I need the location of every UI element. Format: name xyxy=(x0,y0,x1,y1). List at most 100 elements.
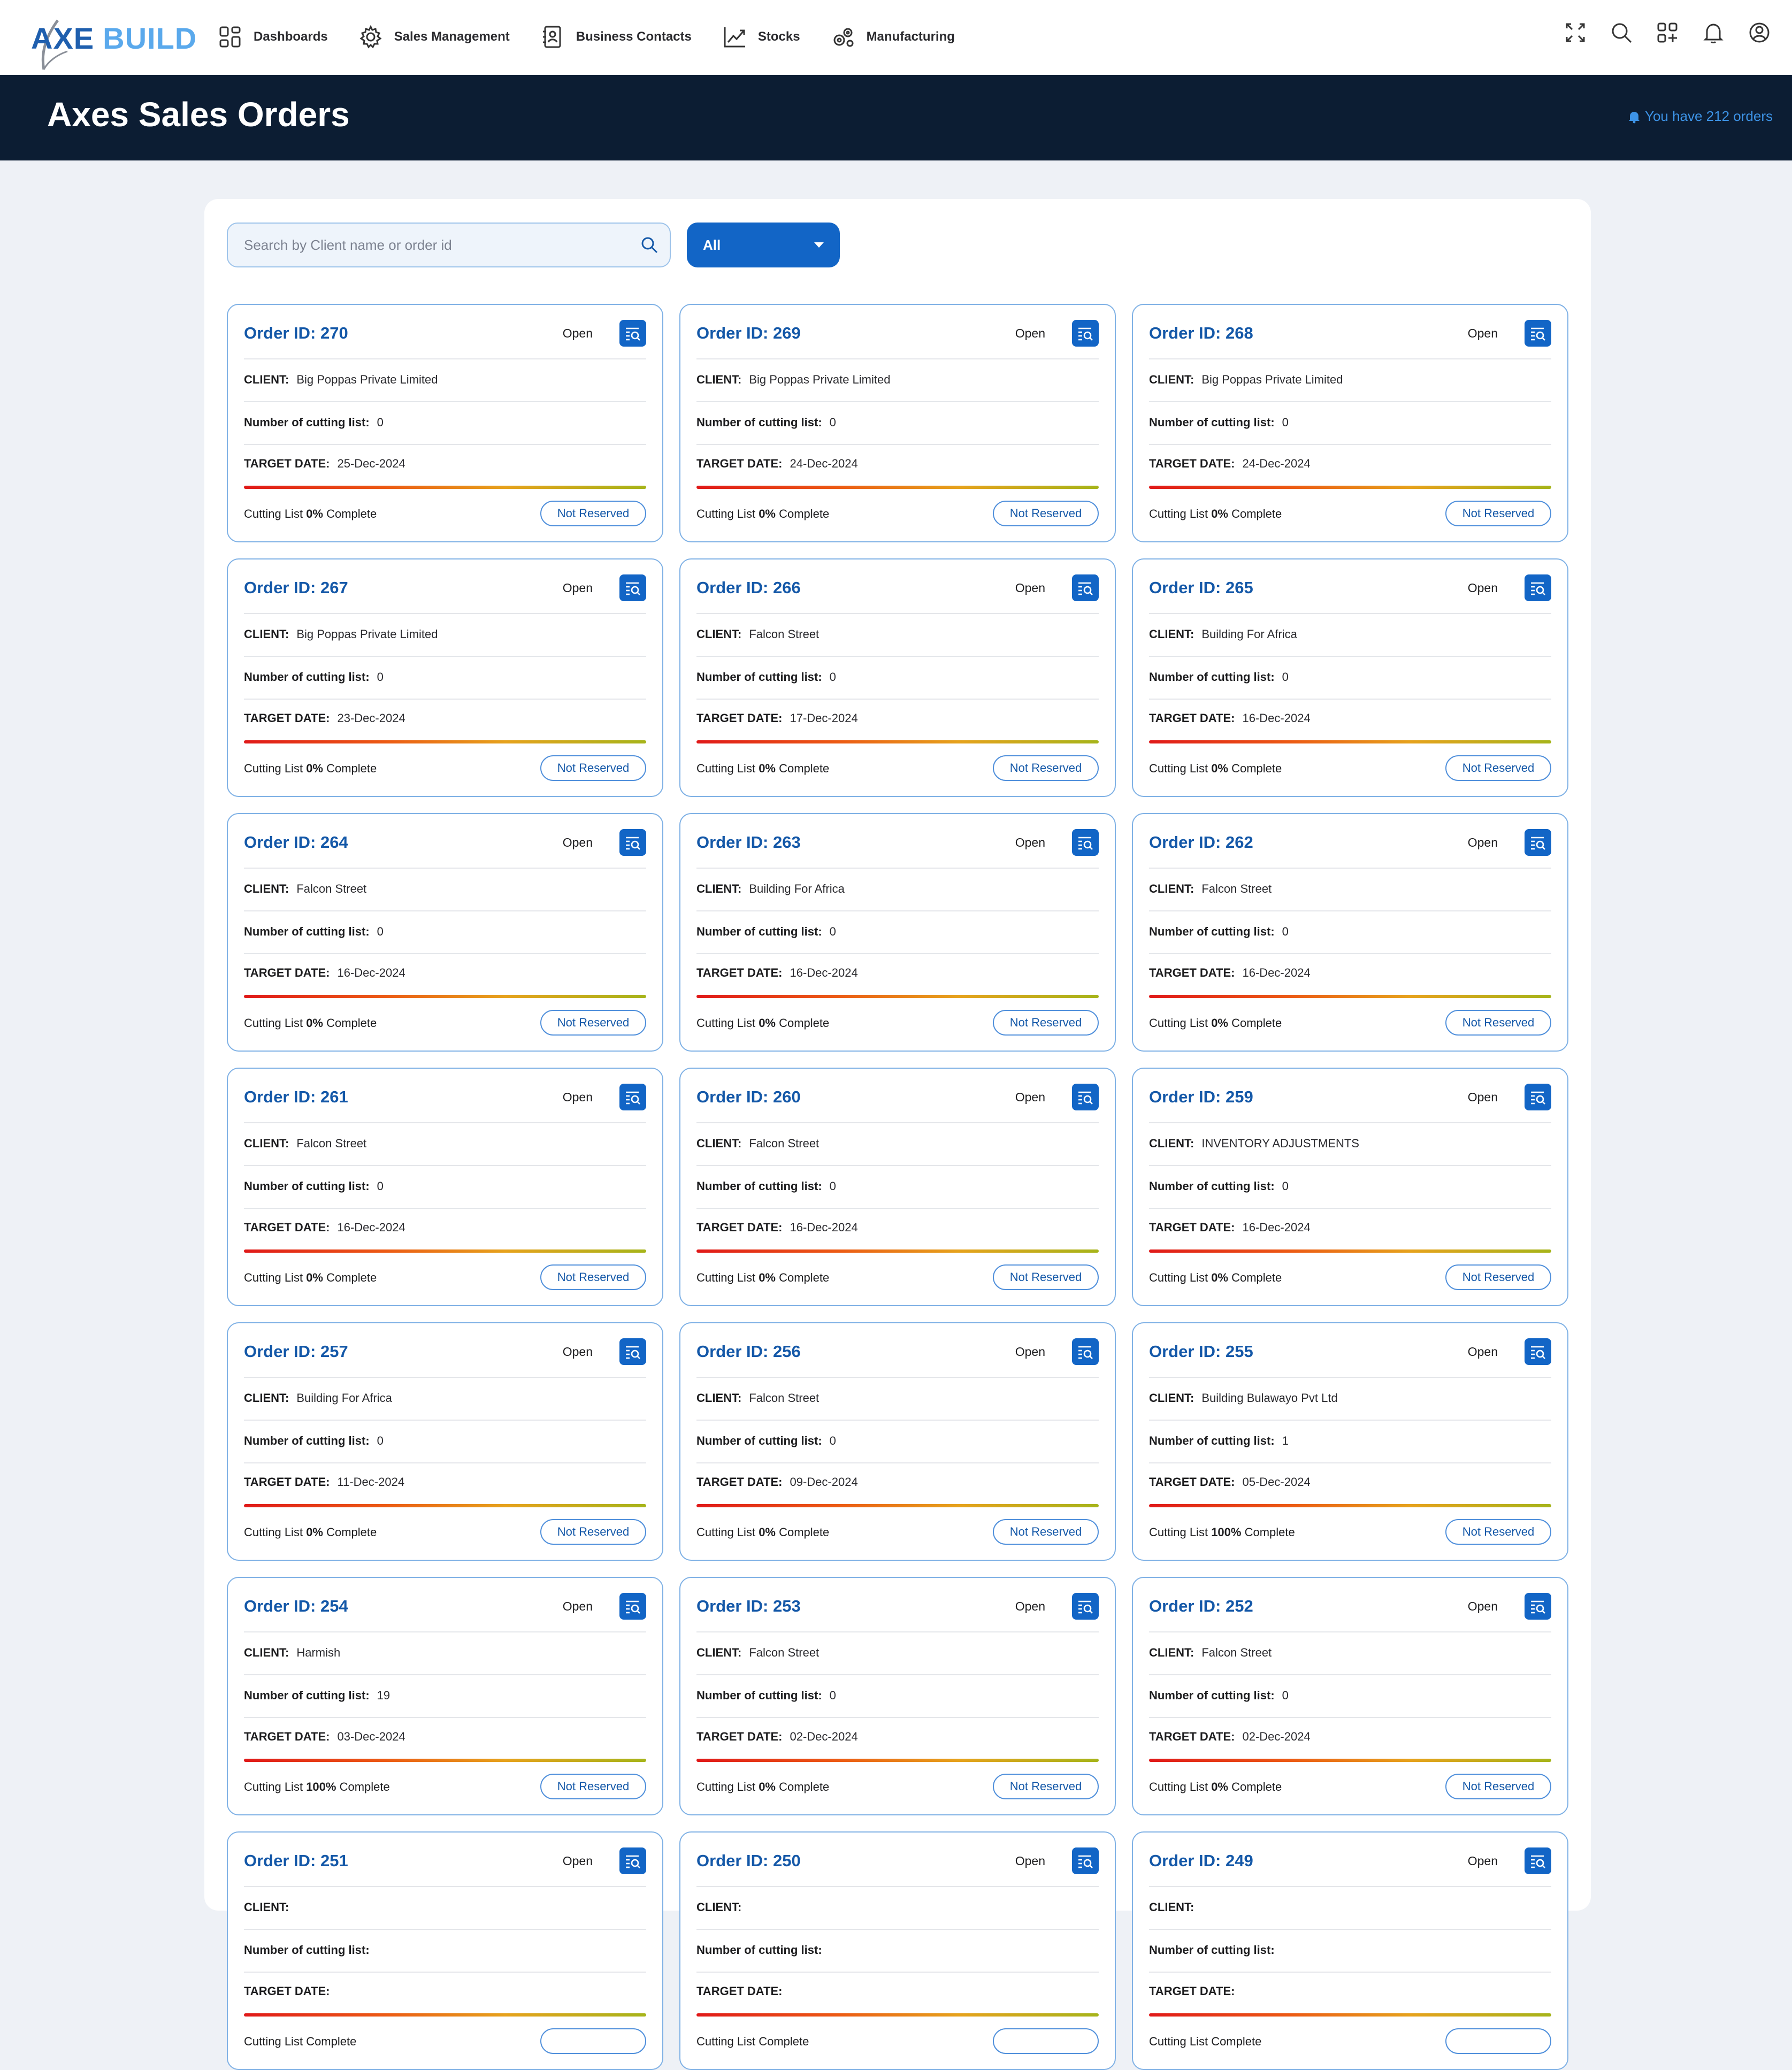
view-order-button[interactable] xyxy=(1525,1084,1551,1110)
view-order-button[interactable] xyxy=(1525,1847,1551,1874)
reservation-status-button[interactable] xyxy=(993,2028,1099,2054)
order-card[interactable]: Order ID: 252 Open CLIENT: Falcon Street… xyxy=(1132,1577,1568,1815)
view-order-button[interactable] xyxy=(619,320,646,347)
reservation-status-button[interactable]: Not Reserved xyxy=(1445,1264,1551,1290)
reservation-status-button[interactable] xyxy=(1445,2028,1551,2054)
view-order-button[interactable] xyxy=(1072,1084,1099,1110)
view-order-button[interactable] xyxy=(619,829,646,856)
view-order-button[interactable] xyxy=(1072,574,1099,601)
reservation-status-button[interactable]: Not Reserved xyxy=(993,1519,1099,1545)
reservation-status-button[interactable]: Not Reserved xyxy=(1445,1010,1551,1036)
reservation-status-button[interactable]: Not Reserved xyxy=(1445,755,1551,781)
target-date-row: TARGET DATE: 09-Dec-2024 xyxy=(696,1462,1099,1502)
view-order-button[interactable] xyxy=(1525,1593,1551,1620)
target-date-row: TARGET DATE: xyxy=(244,1972,646,2011)
cutting-count-row: Number of cutting list: xyxy=(1149,1929,1551,1973)
order-card[interactable]: Order ID: 254 Open CLIENT: Harmish Numbe… xyxy=(227,1577,663,1815)
client-label: CLIENT: xyxy=(696,627,742,641)
order-card[interactable]: Order ID: 263 Open CLIENT: Building For … xyxy=(679,813,1116,1052)
reservation-status-button[interactable]: Not Reserved xyxy=(993,1774,1099,1799)
reservation-status-button[interactable]: Not Reserved xyxy=(540,501,646,526)
nav-stocks[interactable]: Stocks xyxy=(722,24,800,50)
order-card[interactable]: Order ID: 259 Open CLIENT: INVENTORY ADJ… xyxy=(1132,1068,1568,1306)
order-card[interactable]: Order ID: 261 Open CLIENT: Falcon Street… xyxy=(227,1068,663,1306)
target-date-label: TARGET DATE: xyxy=(696,1984,783,1998)
apps-button[interactable] xyxy=(1654,19,1681,46)
view-order-button[interactable] xyxy=(1072,1847,1099,1874)
order-card[interactable]: Order ID: 251 Open CLIENT: Number of cut… xyxy=(227,1831,663,2070)
reservation-status-button[interactable]: Not Reserved xyxy=(993,1010,1099,1036)
fullscreen-button[interactable] xyxy=(1562,19,1589,46)
nav-manufacturing[interactable]: Manufacturing xyxy=(830,24,955,50)
client-row: CLIENT: Building Bulawayo Pvt Ltd xyxy=(1149,1377,1551,1421)
reservation-status-button[interactable]: Not Reserved xyxy=(1445,1519,1551,1545)
reservation-status-button[interactable]: Not Reserved xyxy=(993,1264,1099,1290)
nav-business-contacts[interactable]: Business Contacts xyxy=(540,24,692,50)
view-order-button[interactable] xyxy=(1525,574,1551,601)
order-card[interactable]: Order ID: 257 Open CLIENT: Building For … xyxy=(227,1322,663,1561)
search-icon[interactable] xyxy=(640,235,659,255)
reservation-status-button[interactable]: Not Reserved xyxy=(993,501,1099,526)
order-card[interactable]: Order ID: 270 Open CLIENT: Big Poppas Pr… xyxy=(227,304,663,542)
view-order-button[interactable] xyxy=(1072,1338,1099,1365)
order-card[interactable]: Order ID: 264 Open CLIENT: Falcon Street… xyxy=(227,813,663,1052)
order-id: Order ID: 255 xyxy=(1149,1342,1253,1361)
view-order-button[interactable] xyxy=(1072,320,1099,347)
view-order-button[interactable] xyxy=(1072,1593,1099,1620)
reservation-status-button[interactable]: Not Reserved xyxy=(540,1264,646,1290)
client-row: CLIENT: Big Poppas Private Limited xyxy=(244,358,646,402)
order-card[interactable]: Order ID: 249 Open CLIENT: Number of cut… xyxy=(1132,1831,1568,2070)
axe-build-logo[interactable]: AXE BUILD xyxy=(30,10,196,71)
client-row: CLIENT: Falcon Street xyxy=(1149,868,1551,911)
search-box xyxy=(227,223,671,267)
nav-sales-management-label: Sales Management xyxy=(394,29,510,44)
client-row: CLIENT: xyxy=(696,1886,1099,1930)
target-date-row: TARGET DATE: 24-Dec-2024 xyxy=(696,444,1099,484)
order-card[interactable]: Order ID: 265 Open CLIENT: Building For … xyxy=(1132,558,1568,797)
view-order-button[interactable] xyxy=(619,574,646,601)
reservation-status-button[interactable] xyxy=(540,2028,646,2054)
order-card[interactable]: Order ID: 266 Open CLIENT: Falcon Street… xyxy=(679,558,1116,797)
nav-sales-management[interactable]: Sales Management xyxy=(358,24,510,50)
order-card[interactable]: Order ID: 255 Open CLIENT: Building Bula… xyxy=(1132,1322,1568,1561)
order-card[interactable]: Order ID: 260 Open CLIENT: Falcon Street… xyxy=(679,1068,1116,1306)
caret-down-icon xyxy=(814,242,824,248)
profile-button[interactable] xyxy=(1746,19,1773,46)
progress-bar xyxy=(1149,1249,1551,1253)
reservation-status-button[interactable]: Not Reserved xyxy=(540,755,646,781)
view-order-button[interactable] xyxy=(1525,320,1551,347)
order-card[interactable]: Order ID: 262 Open CLIENT: Falcon Street… xyxy=(1132,813,1568,1052)
reservation-status-button[interactable]: Not Reserved xyxy=(540,1010,646,1036)
order-card[interactable]: Order ID: 253 Open CLIENT: Falcon Street… xyxy=(679,1577,1116,1815)
target-date-label: TARGET DATE: xyxy=(696,1475,783,1489)
nav-dashboards[interactable]: Dashboards xyxy=(217,24,328,50)
order-card[interactable]: Order ID: 256 Open CLIENT: Falcon Street… xyxy=(679,1322,1116,1561)
status-filter-dropdown[interactable]: All xyxy=(687,223,840,267)
order-card[interactable]: Order ID: 267 Open CLIENT: Big Poppas Pr… xyxy=(227,558,663,797)
reservation-status-button[interactable]: Not Reserved xyxy=(993,755,1099,781)
view-order-button[interactable] xyxy=(619,1338,646,1365)
reservation-status-button[interactable]: Not Reserved xyxy=(540,1774,646,1799)
target-date-row: TARGET DATE: 16-Dec-2024 xyxy=(696,953,1099,993)
orders-count-note[interactable]: You have 212 orders xyxy=(1627,108,1773,125)
nav-manufacturing-label: Manufacturing xyxy=(866,29,955,44)
client-row: CLIENT: Falcon Street xyxy=(1149,1631,1551,1675)
order-card[interactable]: Order ID: 269 Open CLIENT: Big Poppas Pr… xyxy=(679,304,1116,542)
reservation-status-button[interactable]: Not Reserved xyxy=(540,1519,646,1545)
notifications-button[interactable] xyxy=(1700,19,1727,46)
view-order-button[interactable] xyxy=(1525,829,1551,856)
client-value: Building For Africa xyxy=(296,1391,392,1405)
view-order-button[interactable] xyxy=(619,1593,646,1620)
reservation-status-button[interactable]: Not Reserved xyxy=(1445,1774,1551,1799)
view-order-button[interactable] xyxy=(1525,1338,1551,1365)
view-order-button[interactable] xyxy=(619,1084,646,1110)
search-input[interactable] xyxy=(228,224,634,266)
view-order-button[interactable] xyxy=(619,1847,646,1874)
order-card[interactable]: Order ID: 268 Open CLIENT: Big Poppas Pr… xyxy=(1132,304,1568,542)
cutting-count-row: Number of cutting list: 0 xyxy=(1149,1165,1551,1209)
client-label: CLIENT: xyxy=(1149,1900,1194,1914)
order-card[interactable]: Order ID: 250 Open CLIENT: Number of cut… xyxy=(679,1831,1116,2070)
view-order-button[interactable] xyxy=(1072,829,1099,856)
reservation-status-button[interactable]: Not Reserved xyxy=(1445,501,1551,526)
global-search-button[interactable] xyxy=(1608,19,1635,46)
